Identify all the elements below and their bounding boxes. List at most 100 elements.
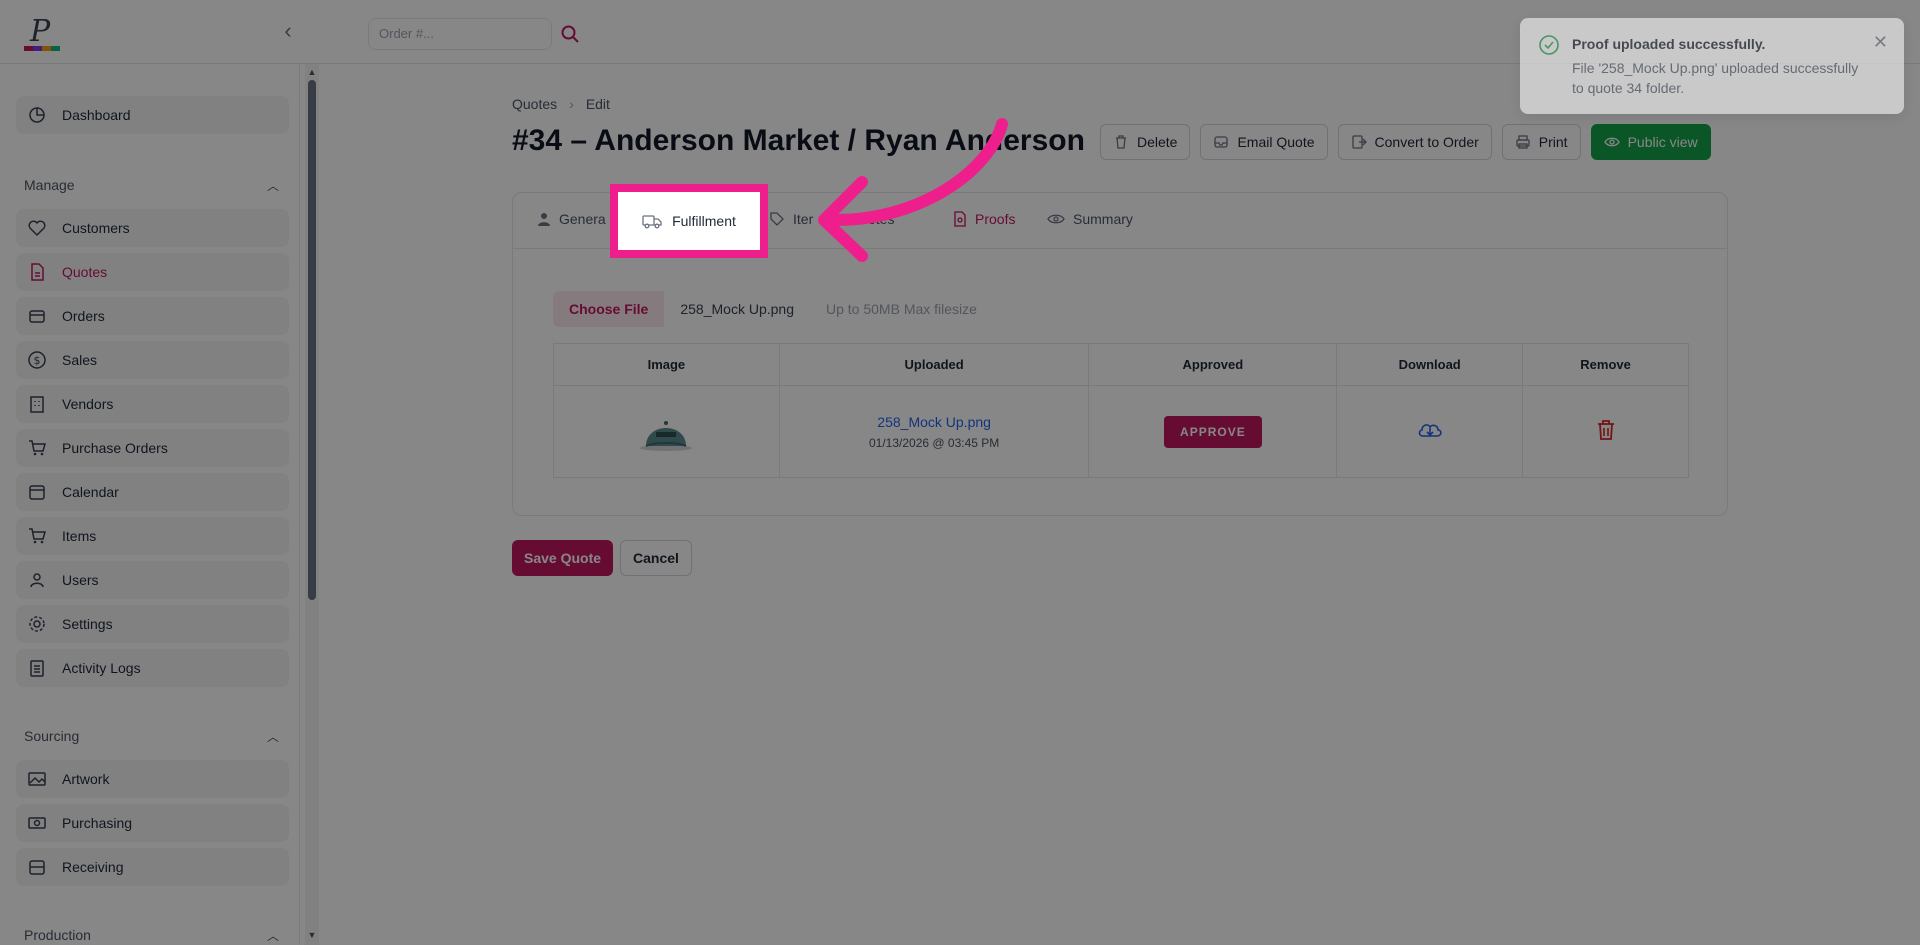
chevron-up-icon: ︿ (266, 178, 279, 193)
cancel-button[interactable]: Cancel (620, 540, 692, 576)
cloud-download-icon[interactable] (1417, 419, 1443, 441)
inbox-icon (26, 856, 48, 878)
cart-icon (26, 437, 48, 459)
sidebar-item-dashboard[interactable]: Dashboard (16, 96, 289, 134)
cart-icon (26, 525, 48, 547)
proof-thumbnail[interactable] (638, 408, 694, 452)
sidebar-item-purchase-orders[interactable]: Purchase Orders (16, 429, 289, 467)
collapse-sidebar-icon[interactable]: ‹ (276, 20, 300, 44)
sidebar: Dashboard Manage ︿ Customers Quotes Orde… (0, 64, 300, 945)
sidebar-item-items[interactable]: Items (16, 517, 289, 555)
sidebar-item-label: Quotes (62, 264, 108, 280)
breadcrumb-current: Edit (585, 96, 610, 112)
production-section-header[interactable]: Production ︿ (24, 924, 279, 945)
sidebar-item-artwork[interactable]: Artwork (16, 760, 289, 798)
chevron-right-icon: › (569, 96, 574, 112)
proof-file-link[interactable]: 258_Mock Up.png (780, 414, 1089, 430)
sidebar-item-label: Settings (62, 616, 113, 632)
tab-summary[interactable]: Summary (1047, 211, 1133, 227)
search-icon[interactable] (560, 24, 580, 44)
convert-to-order-button[interactable]: Convert to Order (1337, 124, 1492, 160)
table-header-row: Image Uploaded Approved Download Remove (553, 343, 1689, 386)
toast-title: Proof uploaded successfully. (1572, 36, 1766, 52)
check-circle-icon (1539, 35, 1559, 55)
order-search-input[interactable]: Order #... (368, 18, 552, 50)
proofs-table: Image Uploaded Approved Download Remove (553, 343, 1689, 478)
sidebar-item-label: Purchase Orders (62, 440, 168, 456)
sidebar-item-label: Customers (62, 220, 130, 236)
money-icon (26, 812, 48, 834)
trash-icon (1116, 135, 1126, 149)
user-icon (538, 213, 550, 226)
manage-section-header[interactable]: Manage ︿ (24, 174, 279, 196)
building-icon (26, 393, 48, 415)
sidebar-item-label: Dashboard (62, 107, 131, 123)
upload-timestamp: 01/13/2026 @ 03:45 PM (868, 435, 1000, 450)
uploaded-cell: 258_Mock Up.png 01/13/2026 @ 03:45 PM (778, 385, 1090, 478)
button-label: Delete (1137, 134, 1178, 150)
dashboard-icon (26, 104, 48, 126)
selected-file-name: 258_Mock Up.png (680, 301, 794, 317)
sidebar-item-label: Vendors (62, 396, 114, 412)
clipboard-icon (26, 657, 48, 679)
calendar-icon (26, 481, 48, 503)
delete-button[interactable]: Delete (1100, 124, 1191, 160)
sidebar-item-activity-logs[interactable]: Activity Logs (16, 649, 289, 687)
button-label: Convert to Order (1374, 134, 1479, 150)
scroll-up-arrow[interactable]: ▲ (307, 67, 317, 77)
scroll-thumb[interactable] (308, 80, 316, 600)
column-header: Image (553, 343, 780, 386)
close-icon[interactable]: ✕ (1873, 32, 1888, 53)
sourcing-section-header[interactable]: Sourcing ︿ (24, 725, 279, 747)
sidebar-item-sales[interactable]: $ Sales (16, 341, 289, 379)
document-icon (26, 261, 48, 283)
column-header: Remove (1522, 343, 1689, 386)
column-header: Uploaded (778, 343, 1090, 386)
breadcrumb-quotes-link[interactable]: Quotes (512, 96, 557, 112)
image-icon (26, 768, 48, 790)
breadcrumb: Quotes › Edit (512, 96, 610, 112)
scroll-down-arrow[interactable]: ▼ (307, 930, 317, 940)
approve-button[interactable]: APPROVE (1164, 415, 1262, 448)
pointer-arrow (818, 118, 1008, 262)
sidebar-item-purchasing[interactable]: Purchasing (16, 804, 289, 842)
section-label: Sourcing (24, 728, 80, 744)
sidebar-item-vendors[interactable]: Vendors (16, 385, 289, 423)
sidebar-item-users[interactable]: Users (16, 561, 289, 599)
trash-icon[interactable] (1595, 418, 1617, 442)
svg-text:$: $ (34, 354, 41, 367)
save-quote-button[interactable]: Save Quote (512, 540, 614, 576)
sidebar-item-calendar[interactable]: Calendar (16, 473, 289, 511)
app-logo[interactable]: P (24, 14, 62, 54)
sidebar-item-label: Purchasing (62, 815, 133, 831)
tab-general[interactable]: Genera (537, 211, 606, 227)
sidebar-item-customers[interactable]: Customers (16, 209, 289, 247)
table-row: 258_Mock Up.png 01/13/2026 @ 03:45 PM AP… (553, 385, 1689, 478)
download-cell (1336, 385, 1524, 478)
public-view-button[interactable]: Public view (1590, 124, 1711, 160)
tab-fulfillment-highlight[interactable]: Fulfillment (610, 184, 768, 258)
sidebar-item-receiving[interactable]: Receiving (16, 848, 289, 886)
sidebar-scrollbar[interactable]: ▲ ▼ (305, 64, 319, 945)
users-icon (26, 569, 48, 591)
sidebar-item-label: Receiving (62, 859, 124, 875)
tab-label: Fulfillment (672, 213, 736, 229)
sidebar-item-label: Orders (62, 308, 105, 324)
choose-file-button[interactable]: Choose File (553, 291, 665, 327)
sidebar-item-orders[interactable]: Orders (16, 297, 289, 335)
sidebar-item-quotes[interactable]: Quotes (16, 253, 289, 291)
inbox-icon (1214, 136, 1229, 148)
print-button[interactable]: Print (1501, 124, 1581, 160)
sidebar-item-label: Artwork (62, 771, 110, 787)
button-label: Public view (1627, 134, 1698, 150)
sidebar-item-settings[interactable]: Settings (16, 605, 289, 643)
export-icon (1351, 135, 1367, 149)
printer-icon (1516, 135, 1530, 149)
sidebar-item-label: Calendar (62, 484, 119, 500)
email-quote-button[interactable]: Email Quote (1200, 124, 1328, 160)
toast-message: File '258_Mock Up.png' uploaded successf… (1572, 60, 1859, 96)
sidebar-item-label: Sales (62, 352, 98, 368)
eye-icon (1603, 137, 1620, 147)
sidebar-item-label: Items (62, 528, 97, 544)
proof-thumbnail-cell (553, 385, 780, 478)
